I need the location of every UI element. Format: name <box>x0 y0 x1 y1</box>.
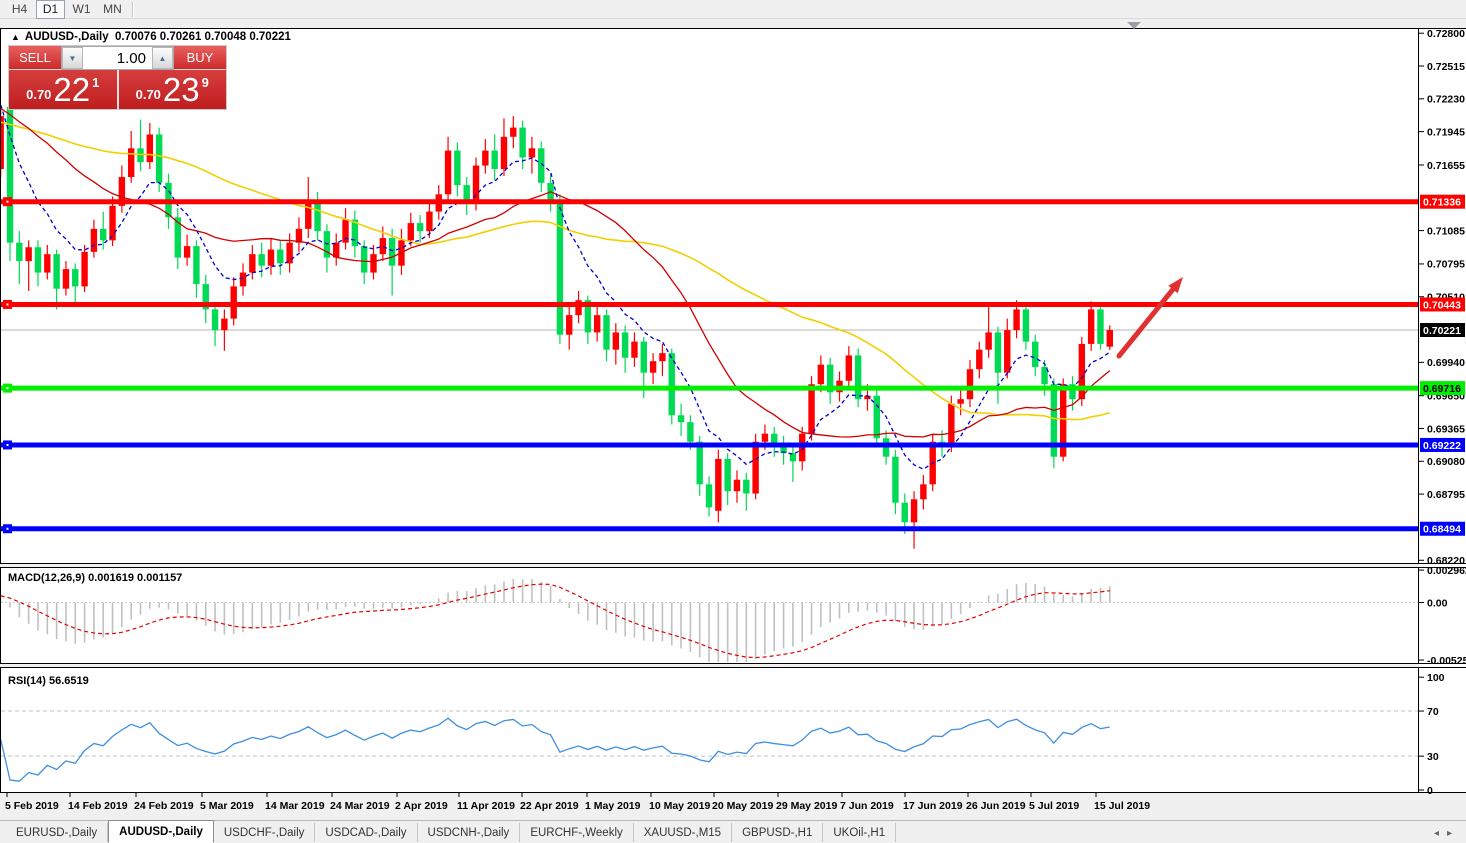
axis-tick-label: 0.002962 <box>1427 565 1466 577</box>
chart-tab-eurusd-daily[interactable]: EURUSD-,Daily <box>6 823 108 842</box>
price-tag: 0.69716 <box>1423 383 1461 395</box>
collapse-panel-icon[interactable]: ▲ <box>11 32 20 42</box>
price-chart[interactable]: 0.72800 0.72515 0.72230 0.71945 0.71655 0.710… <box>0 0 1466 843</box>
tab-scroll-left-icon[interactable]: ◂ <box>1434 828 1447 839</box>
macd-name: MACD(12,26,9) <box>8 572 85 584</box>
chart-tab-audusd-daily[interactable]: AUDUSD-,Daily <box>108 820 214 843</box>
date-axis-label: 22 Apr 2019 <box>520 800 579 812</box>
one-click-trading-panel: SELL ▼ ▲ BUY 0.70 22 1 0.70 23 9 <box>8 45 227 110</box>
axis-tick-label: 0.70795 <box>1427 259 1465 271</box>
trade-panel-top-row: SELL ▼ ▲ BUY <box>9 46 226 70</box>
chart-tab-xauusd-m15[interactable]: XAUUSD-,M15 <box>634 823 732 842</box>
axis-tick-label: 70 <box>1427 706 1439 718</box>
date-axis-label: 14 Mar 2019 <box>265 800 325 812</box>
date-axis-label: 10 May 2019 <box>649 800 710 812</box>
axis-tick-label: -0.005255 <box>1427 655 1466 667</box>
sell-price-display[interactable]: 0.70 22 1 <box>9 70 117 109</box>
buy-price-display[interactable]: 0.70 23 9 <box>117 70 227 109</box>
date-axis: 5 Feb 2019 14 Feb 2019 24 Feb 2019 5 Mar 20… <box>0 795 1466 820</box>
price-tag: 0.70221 <box>1423 325 1461 337</box>
macd-label: MACD(12,26,9) 0.001619 0.001157 <box>8 572 182 584</box>
price-tag: 0.68494 <box>1423 524 1461 536</box>
axis-tick-label: 100 <box>1427 672 1445 684</box>
chart-tab-eurchf-weekly[interactable]: EURCHF-,Weekly <box>520 823 633 842</box>
axis-tick-label: 0.69365 <box>1427 423 1465 435</box>
volume-spinner: ▼ ▲ <box>61 46 174 70</box>
buy-price-base: 0.70 <box>136 87 161 102</box>
date-axis-label: 24 Mar 2019 <box>330 800 390 812</box>
sell-price-base: 0.70 <box>26 87 51 102</box>
chart-tab-usdcnh-daily[interactable]: USDCNH-,Daily <box>418 823 521 842</box>
date-axis-label: 20 May 2019 <box>712 800 773 812</box>
axis-tick-label: 0.69940 <box>1427 357 1465 369</box>
buy-price-pips: 23 <box>163 73 200 106</box>
mt4-terminal: { "toolbar": { "timeframes": [ {"label":… <box>0 0 1466 843</box>
date-axis-label: 24 Feb 2019 <box>134 800 194 812</box>
date-axis-label: 2 Apr 2019 <box>395 800 448 812</box>
sell-button[interactable]: SELL <box>9 46 61 70</box>
tab-scroll-right-icon[interactable]: ▸ <box>1447 828 1460 839</box>
buy-button[interactable]: BUY <box>174 46 226 70</box>
axis-tick-label: 0.71945 <box>1427 126 1465 138</box>
trade-panel-price-row: 0.70 22 1 0.70 23 9 <box>9 70 226 109</box>
chart-tab-bar: EURUSD-,DailyAUDUSD-,DailyUSDCHF-,DailyU… <box>0 820 1466 843</box>
axis-tick-label: 30 <box>1427 751 1439 763</box>
price-tag: 0.71336 <box>1423 197 1461 209</box>
date-axis-label: 15 Jul 2019 <box>1094 800 1150 812</box>
chart-tab-usdcad-daily[interactable]: USDCAD-,Daily <box>315 823 417 842</box>
price-tag: 0.70443 <box>1423 299 1461 311</box>
date-axis-label: 11 Apr 2019 <box>457 800 515 812</box>
chart-symbol-period: AUDUSD-,Daily <box>25 31 109 43</box>
chart-tab-usdchf-daily[interactable]: USDCHF-,Daily <box>214 823 316 842</box>
chart-ohlc-values: 0.70076 0.70261 0.70048 0.70221 <box>115 31 291 43</box>
axis-tick-label: 0.72515 <box>1427 61 1465 73</box>
axis-tick-label: 0.71085 <box>1427 225 1465 237</box>
volume-increase-icon[interactable]: ▲ <box>152 47 173 69</box>
axis-tick-label: 0.69080 <box>1427 456 1465 468</box>
buy-price-point: 9 <box>202 75 209 90</box>
date-axis-label: 26 Jun 2019 <box>966 800 1026 812</box>
date-axis-label: 5 Feb 2019 <box>5 800 59 812</box>
date-axis-label: 17 Jun 2019 <box>903 800 963 812</box>
chart-tab-ukoil-h1[interactable]: UKOil-,H1 <box>823 823 896 842</box>
axis-tick-label: 0.00 <box>1427 597 1448 609</box>
rsi-label: RSI(14) 56.6519 <box>8 675 89 687</box>
price-tag: 0.69222 <box>1423 440 1461 452</box>
axis-tick-label: 0.72230 <box>1427 94 1465 106</box>
date-axis-label: 29 May 2019 <box>776 800 837 812</box>
axis-tick-label: 0.68795 <box>1427 489 1465 501</box>
date-axis-label: 5 Jul 2019 <box>1029 800 1079 812</box>
volume-decrease-icon[interactable]: ▼ <box>62 47 83 69</box>
date-axis-label: 7 Jun 2019 <box>840 800 894 812</box>
volume-input[interactable] <box>83 47 152 69</box>
tab-scroll-arrows[interactable]: ◂▸ <box>1434 828 1460 839</box>
date-axis-label: 5 Mar 2019 <box>200 800 254 812</box>
chart-title: ▲ AUDUSD-,Daily 0.70076 0.70261 0.70048 0… <box>11 31 291 43</box>
chart-shift-marker-icon <box>1127 22 1141 29</box>
date-axis-label: 1 May 2019 <box>585 800 640 812</box>
axis-tick-label: 0.71655 <box>1427 160 1465 172</box>
sell-price-pips: 22 <box>53 73 90 106</box>
axis-tick-label: 0.72800 <box>1427 28 1465 40</box>
rsi-value: 56.6519 <box>49 675 89 687</box>
rsi-name: RSI(14) <box>8 675 46 687</box>
date-axis-label: 14 Feb 2019 <box>68 800 128 812</box>
chart-tab-gbpusd-h1[interactable]: GBPUSD-,H1 <box>732 823 823 842</box>
macd-values: 0.001619 0.001157 <box>88 572 182 584</box>
sell-price-point: 1 <box>92 75 99 90</box>
